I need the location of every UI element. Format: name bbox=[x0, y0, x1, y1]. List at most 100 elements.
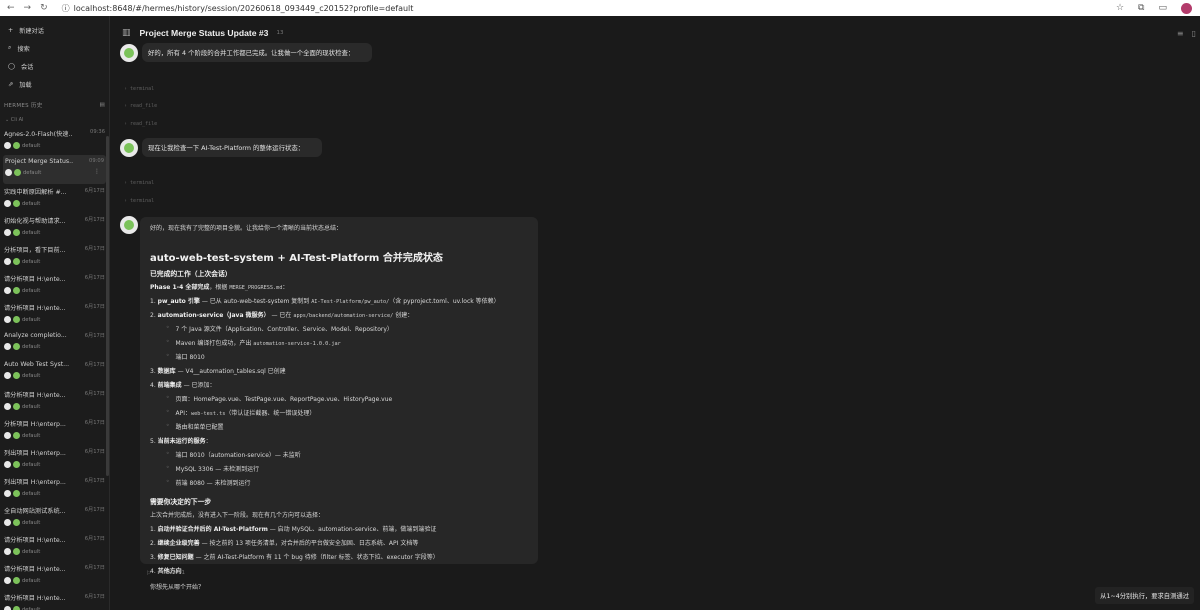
item-code: apps/backend/automation-service/ bbox=[293, 313, 394, 319]
profile-icon bbox=[4, 343, 11, 350]
session-title-row: Auto Web Test Syst... 6月17日 bbox=[4, 361, 105, 368]
menu-icon[interactable]: ≡ bbox=[1177, 29, 1184, 38]
bot-icon bbox=[13, 490, 20, 497]
sidebar-new-chat[interactable]: + 新建对话 bbox=[0, 21, 109, 39]
sidebar-search[interactable]: ⌕ 搜索 bbox=[0, 39, 109, 57]
phase-text: ，根据 bbox=[209, 284, 230, 291]
session-title: 请分析项目 H:\ente... bbox=[4, 537, 66, 544]
choice-bold: 启动并验证合并后的 AI-Test-Platform bbox=[157, 526, 268, 533]
session-title-row: 请分析项目 H:\ente... 6月17日 bbox=[4, 303, 105, 312]
session-date: 6月17日 bbox=[84, 507, 105, 513]
session-date: 6月17日 bbox=[84, 246, 105, 252]
input-preview-toast[interactable]: 从1~4分别执行，要求自测通过 bbox=[1095, 587, 1194, 604]
session-item[interactable]: Project Merge Status... 09:09 default ⋮ bbox=[3, 155, 106, 184]
session-item[interactable]: Agnes-2.0-Flash(快速... 09:36 default bbox=[0, 126, 109, 155]
profile-icon bbox=[4, 490, 11, 497]
toggle-sidebar-icon[interactable]: ▥ bbox=[122, 28, 131, 38]
session-title: 实践中断原因解析 #... bbox=[4, 189, 67, 196]
extensions-icon[interactable]: ⧉ bbox=[1138, 3, 1144, 13]
session-item[interactable]: Analyze completio... 6月17日 default bbox=[0, 329, 109, 358]
session-title-row: 全自动网站测试系统... 6月17日 bbox=[4, 506, 105, 515]
sidebar-scrollbar[interactable] bbox=[106, 136, 109, 476]
tool-call[interactable]: › read_file bbox=[124, 121, 157, 127]
session-item[interactable]: 请分析项目 H:\ente... 6月17日 default bbox=[0, 590, 109, 610]
tool-call[interactable]: › terminal bbox=[124, 198, 154, 204]
item-text: — 已从 auto-web-test-system 复制到 bbox=[199, 298, 312, 305]
bot-icon bbox=[13, 461, 20, 468]
tool-call[interactable]: › terminal bbox=[124, 86, 154, 92]
play-icon[interactable]: ▷ bbox=[147, 570, 151, 576]
bot-icon bbox=[13, 316, 20, 323]
session-group[interactable]: ⌄ Cli AI bbox=[0, 114, 109, 126]
session-meta: default bbox=[4, 519, 105, 526]
session-item[interactable]: 分析项目 H:\enterp... 6月17日 default bbox=[0, 416, 109, 445]
session-title: Project Merge Status... bbox=[5, 158, 73, 165]
bot-face-icon bbox=[124, 48, 134, 58]
message-actions: ▷ ⧉ 09:11 bbox=[147, 569, 185, 576]
session-date: 6月17日 bbox=[84, 333, 105, 339]
session-item[interactable]: 请分析项目 H:\ente... 6月17日 default bbox=[0, 532, 109, 561]
session-item[interactable]: 请分析项目 H:\ente... 6月17日 default bbox=[0, 561, 109, 590]
site-info-icon[interactable]: ⓘ bbox=[62, 3, 70, 14]
session-title: 请分析项目 H:\ente... bbox=[4, 276, 66, 283]
group-label: Cli AI bbox=[10, 117, 24, 123]
sidebar-item-label: 新建对话 bbox=[19, 27, 44, 35]
session-meta: default bbox=[4, 258, 105, 265]
session-item[interactable]: Auto Web Test Syst... 6月17日 default bbox=[0, 358, 109, 387]
choice-item: 2. 继续企业级完善 — 按之前的 13 项任务清单，对合并后的平台做安全加固、… bbox=[150, 538, 528, 547]
bookmark-star-icon[interactable]: ☆ bbox=[1116, 3, 1124, 13]
new-folder-icon[interactable]: ▤ bbox=[100, 102, 106, 108]
session-item[interactable]: 请分析项目 H:\ente... 6月17日 default bbox=[0, 271, 109, 300]
bot-face-icon bbox=[124, 143, 134, 153]
bot-icon bbox=[13, 142, 20, 149]
session-title-row: 请分析项目 H:\ente... 6月17日 bbox=[4, 535, 105, 544]
sidebar-sessions[interactable]: ◯ 会话 bbox=[0, 57, 109, 75]
session-profile: default bbox=[22, 519, 41, 526]
session-meta: default bbox=[4, 432, 105, 439]
split-view-icon[interactable]: ▭ bbox=[1158, 3, 1167, 13]
session-item[interactable]: 全自动网站测试系统... 6月17日 default bbox=[0, 503, 109, 532]
session-item[interactable]: 列出项目 H:\enterp... 6月17日 default bbox=[0, 445, 109, 474]
item-text: — 已在 bbox=[269, 312, 294, 319]
tool-name: terminal bbox=[130, 180, 155, 186]
copy-icon[interactable]: ⧉ bbox=[158, 569, 162, 576]
panel-icon[interactable]: ▯ bbox=[1192, 29, 1196, 38]
choice-bold: 修复已知问题 bbox=[157, 554, 194, 561]
reload-icon[interactable]: ↻ bbox=[40, 3, 48, 13]
back-icon[interactable]: ← bbox=[7, 3, 15, 13]
session-title-row: 请分析项目 H:\ente... 6月17日 bbox=[4, 593, 105, 602]
next-steps-heading: 需要你决定的下一步 bbox=[150, 498, 212, 506]
tool-call[interactable]: › read_file bbox=[124, 103, 157, 109]
session-item[interactable]: 请分析项目 H:\ente... 6月17日 default bbox=[0, 387, 109, 416]
phase-bold: Phase 1-4 全部完成 bbox=[150, 284, 210, 291]
session-title: Analyze completio... bbox=[4, 332, 67, 339]
session-item[interactable]: 实践中断原因解析 #... 6月17日 default bbox=[0, 184, 109, 213]
summary-title: auto-web-test-system + AI-Test-Platform … bbox=[150, 253, 443, 264]
session-item[interactable]: 列出项目 H:\enterp... 6月17日 default bbox=[0, 474, 109, 503]
session-profile: default bbox=[22, 287, 41, 294]
done-item: 3. 数据库 — V4__automation_tables.sql 已创建 bbox=[150, 366, 528, 375]
session-item[interactable]: 请分析项目 H:\ente... 6月17日 default bbox=[0, 300, 109, 329]
bot-icon bbox=[13, 229, 20, 236]
link-icon: ⇗ bbox=[8, 80, 14, 88]
session-profile: default bbox=[22, 461, 41, 468]
sub-text: MySQL 3306 — 未检测到运行 bbox=[175, 466, 260, 473]
profile-icon bbox=[4, 519, 11, 526]
sidebar-load[interactable]: ⇗ 加载 bbox=[0, 75, 109, 93]
session-profile: default bbox=[22, 316, 41, 323]
address-bar[interactable]: ⓘ localhost:8648/#/hermes/history/sessio… bbox=[62, 3, 414, 14]
done-list: 1. pw_auto 引擎 — 已从 auto-web-test-system … bbox=[150, 296, 528, 487]
session-item[interactable]: 分析项目，看下目前... 6月17日 default bbox=[0, 242, 109, 271]
phase-line: Phase 1-4 全部完成，根据 MERGE_PROGRESS.md： bbox=[150, 282, 528, 291]
session-profile: default bbox=[22, 548, 41, 555]
session-menu-icon[interactable]: ⋮ bbox=[94, 168, 100, 175]
item-code: AI-Test-Platform/pw_auto/ bbox=[311, 299, 390, 305]
choice-text: — 之前 AI-Test-Platform 有 11 个 bug 待修（filt… bbox=[193, 554, 439, 561]
profile-avatar[interactable] bbox=[1181, 2, 1192, 14]
forward-icon[interactable]: → bbox=[24, 3, 32, 13]
session-profile: default bbox=[23, 169, 42, 176]
tool-call[interactable]: › terminal bbox=[124, 180, 154, 186]
session-item[interactable]: 初始化视与帮助请求... 6月17日 default bbox=[0, 213, 109, 242]
item-text: — 已添加： bbox=[181, 382, 216, 389]
assistant-message: 好的，所有 4 个阶段的合并工作都已完成。让我做一个全面的现状检查： bbox=[142, 43, 372, 62]
